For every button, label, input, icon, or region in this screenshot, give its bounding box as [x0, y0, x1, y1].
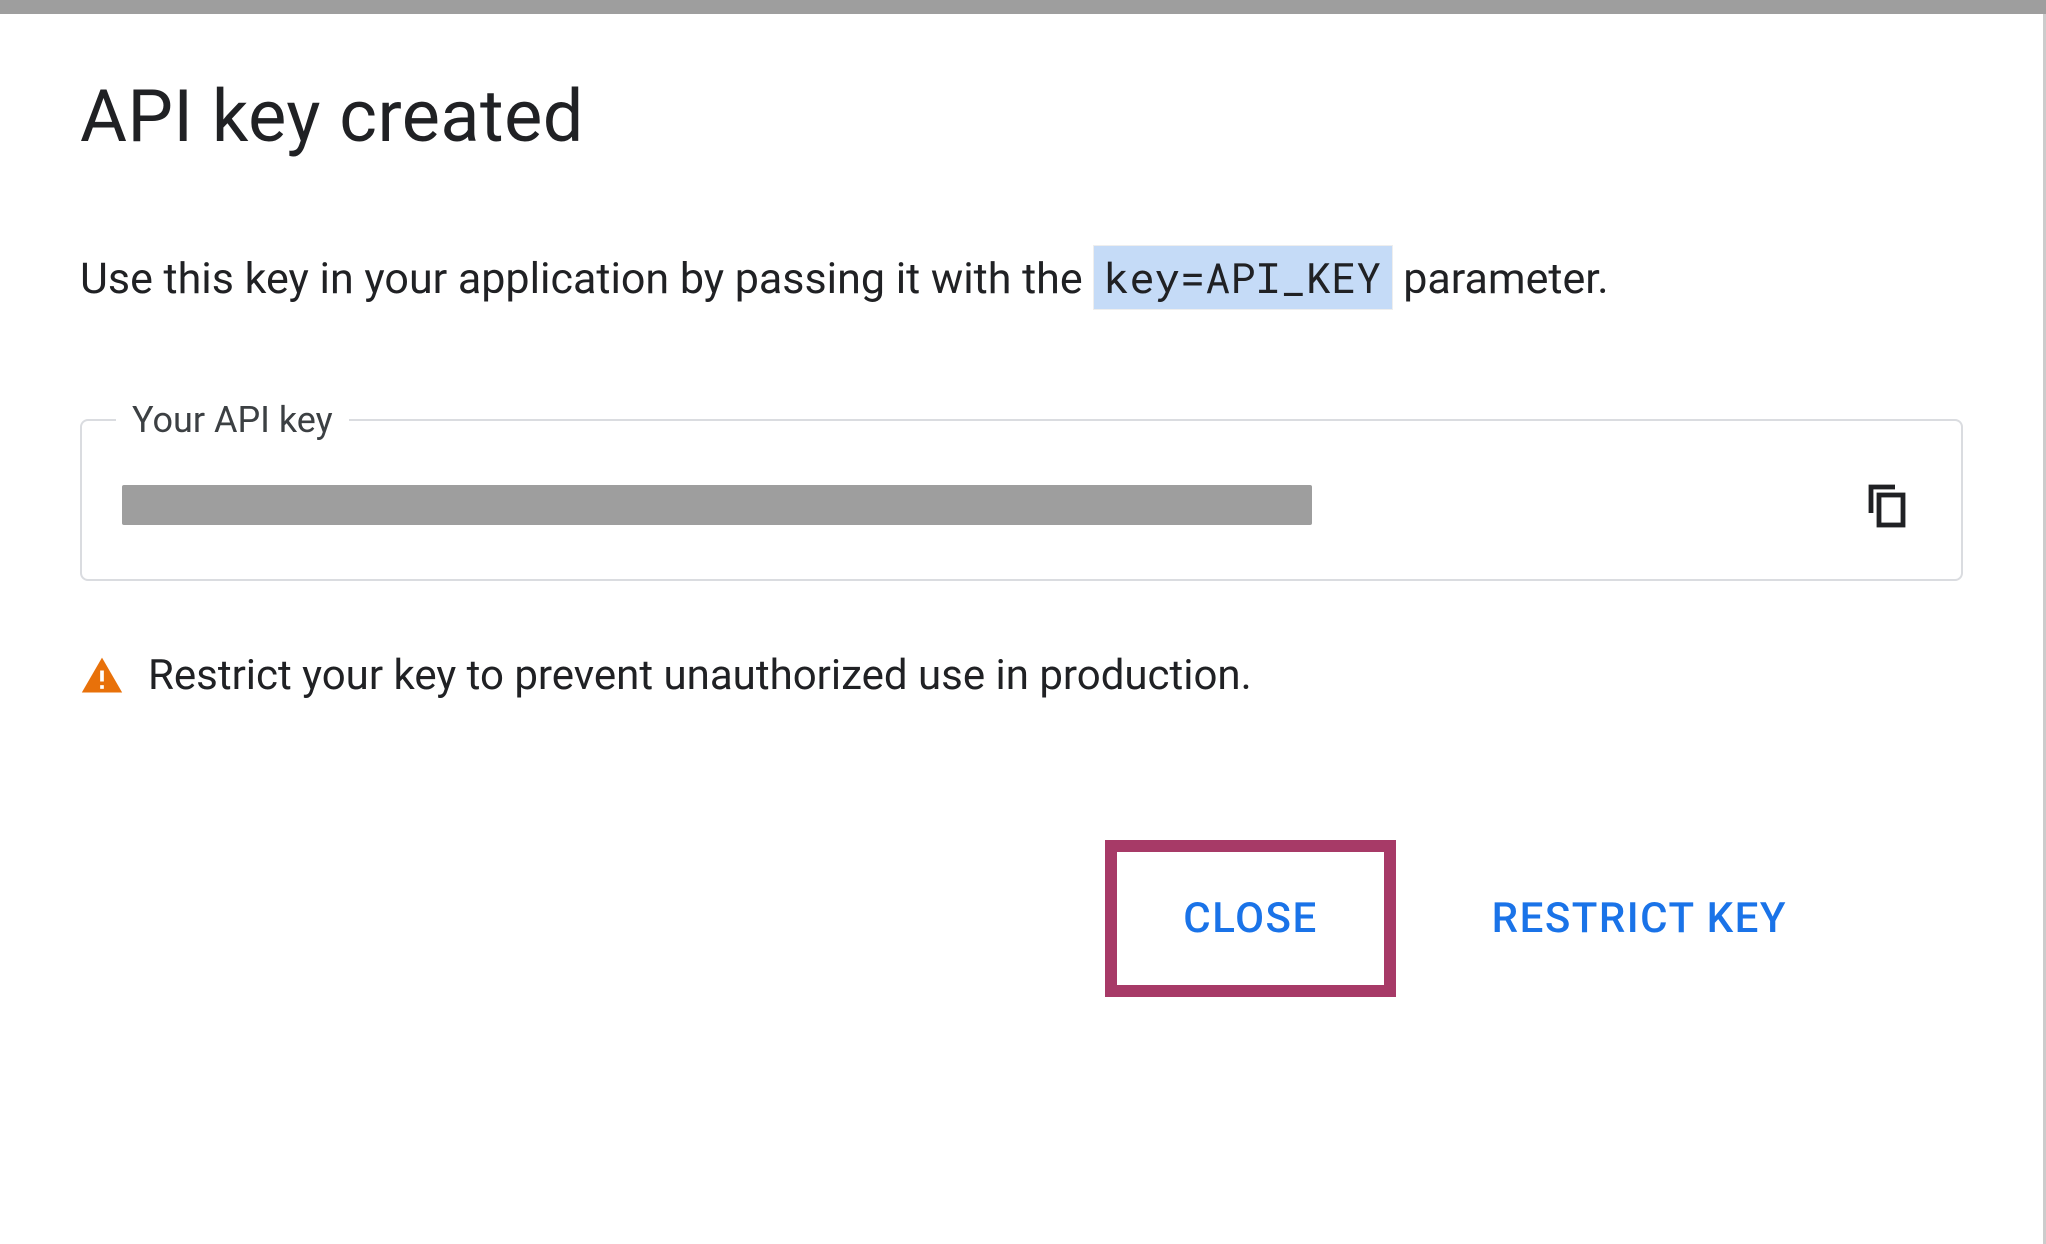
- api-key-fieldset: Your API key: [80, 399, 1963, 581]
- warning-row: Restrict your key to prevent unauthorize…: [80, 651, 1963, 700]
- dialog-button-row: CLOSE RESTRICT KEY: [80, 840, 1963, 997]
- copy-api-key-button[interactable]: [1853, 471, 1921, 539]
- close-button[interactable]: CLOSE: [1147, 870, 1353, 967]
- dialog-description: Use this key in your application by pass…: [80, 249, 1963, 309]
- top-grey-bar: [0, 0, 2046, 14]
- warning-text: Restrict your key to prevent unauthorize…: [148, 651, 1252, 700]
- api-key-value-masked[interactable]: [122, 485, 1312, 525]
- warning-icon: [80, 654, 124, 698]
- close-button-highlight: CLOSE: [1105, 840, 1395, 997]
- code-snippet: key=API_KEY: [1093, 245, 1392, 310]
- api-key-created-dialog: API key created Use this key in your app…: [0, 14, 2046, 1244]
- api-key-legend: Your API key: [116, 399, 349, 441]
- copy-icon: [1863, 481, 1911, 529]
- description-prefix: Use this key in your application by pass…: [80, 254, 1093, 304]
- dialog-title: API key created: [80, 74, 1963, 159]
- restrict-key-button[interactable]: RESTRICT KEY: [1456, 870, 1823, 967]
- description-suffix: parameter.: [1393, 254, 1609, 304]
- api-key-row: [122, 471, 1921, 539]
